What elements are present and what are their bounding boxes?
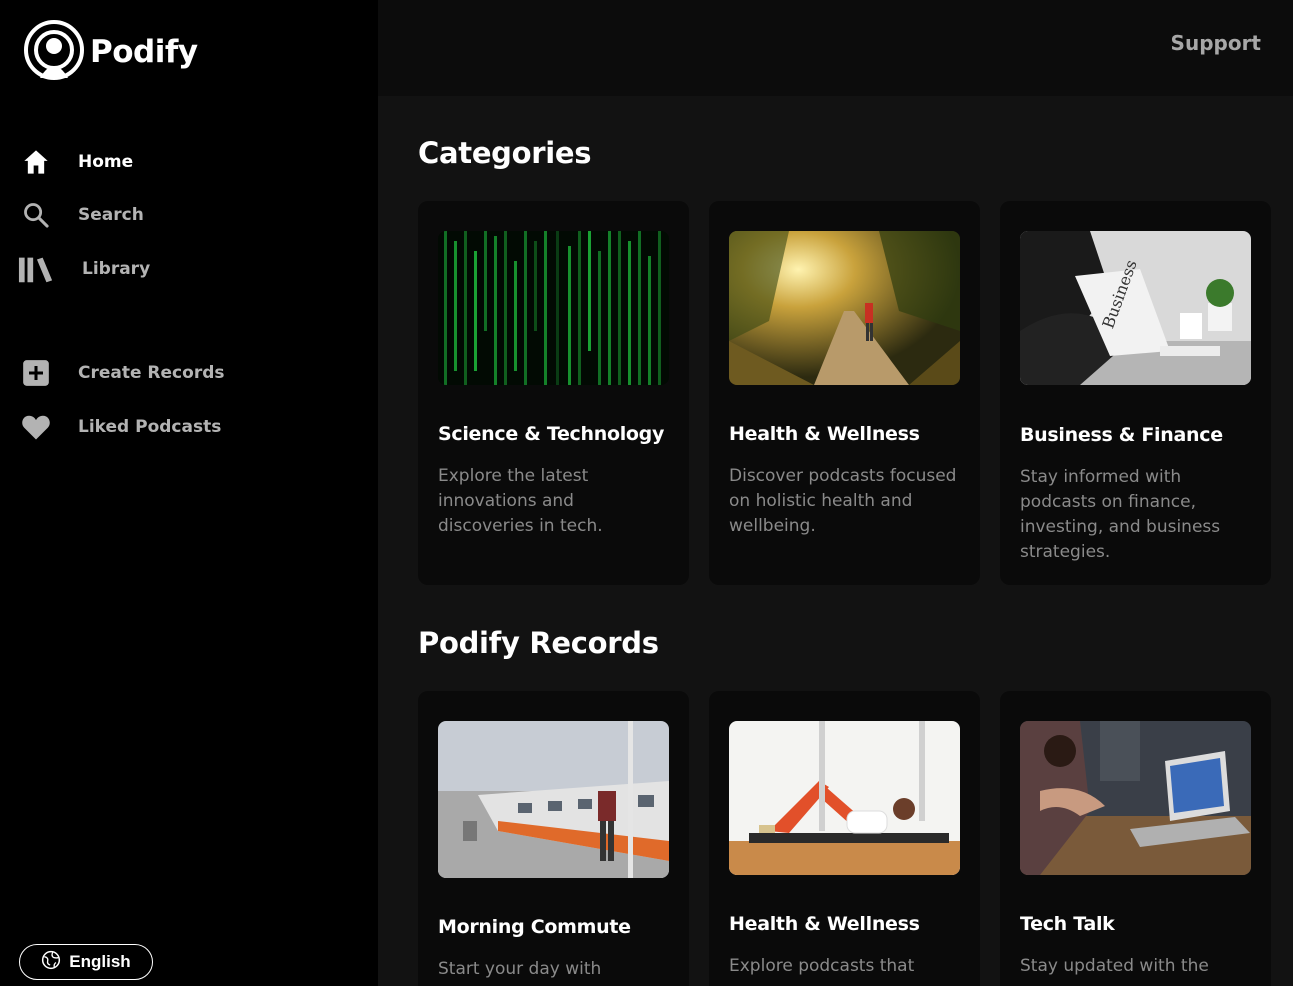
- card-description: Stay informed with podcasts on finance, …: [1020, 467, 1221, 562]
- language-button[interactable]: English: [19, 944, 153, 980]
- category-image-forest-path: [729, 231, 960, 385]
- category-card[interactable]: Science & Technology Explore the latest …: [418, 201, 689, 585]
- record-card[interactable]: Health & Wellness Explore podcasts that: [709, 691, 980, 986]
- top-bar: Support: [378, 0, 1293, 96]
- app-name: Podify: [90, 34, 198, 70]
- category-card[interactable]: Business Business & Finance Stay informe…: [1000, 201, 1271, 585]
- language-label: English: [69, 952, 131, 971]
- support-link[interactable]: Support: [1171, 31, 1261, 55]
- card-title: Morning Commute: [438, 916, 631, 938]
- card-description: Explore the latest innovations and disco…: [438, 466, 603, 536]
- heart-icon: [18, 412, 54, 442]
- search-icon: [18, 200, 54, 230]
- card-title: Science & Technology: [438, 423, 665, 445]
- sidebar-item-label: Search: [78, 205, 144, 225]
- library-icon: [18, 254, 54, 284]
- record-image-laptop-meeting: [1020, 721, 1251, 875]
- sidebar-item-create-records[interactable]: Create Records: [18, 358, 224, 388]
- record-card[interactable]: Tech Talk Stay updated with the: [1000, 691, 1271, 986]
- sidebar-item-library[interactable]: Library: [18, 254, 150, 284]
- globe-icon: [41, 950, 61, 975]
- record-image-workout: [729, 721, 960, 875]
- record-card[interactable]: Morning Commute Start your day with: [418, 691, 689, 986]
- card-description: Explore podcasts that: [729, 956, 915, 976]
- home-icon: [18, 147, 54, 177]
- sidebar: Podify Home Search Library Create Record…: [0, 0, 378, 986]
- sidebar-item-liked-podcasts[interactable]: Liked Podcasts: [18, 412, 221, 442]
- category-image-matrix: [438, 231, 669, 385]
- app-logo[interactable]: Podify: [22, 20, 198, 84]
- card-title: Tech Talk: [1020, 913, 1115, 935]
- record-image-train: [438, 721, 669, 878]
- records-heading: Podify Records: [418, 626, 659, 660]
- plus-square-icon: [18, 358, 54, 388]
- podcast-logo-icon: [22, 20, 86, 84]
- card-title: Business & Finance: [1020, 424, 1223, 446]
- sidebar-item-search[interactable]: Search: [18, 200, 144, 230]
- card-title: Health & Wellness: [729, 913, 920, 935]
- sidebar-item-label: Home: [78, 152, 134, 172]
- sidebar-item-label: Create Records: [78, 363, 225, 383]
- card-title: Health & Wellness: [729, 423, 920, 445]
- card-description: Start your day with: [438, 959, 602, 979]
- sidebar-item-label: Library: [82, 259, 151, 279]
- sidebar-item-home[interactable]: Home: [18, 147, 133, 177]
- sidebar-item-label: Liked Podcasts: [78, 417, 222, 437]
- card-description: Stay updated with the: [1020, 956, 1209, 976]
- card-description: Discover podcasts focused on holistic he…: [729, 466, 957, 536]
- category-card[interactable]: Health & Wellness Discover podcasts focu…: [709, 201, 980, 585]
- categories-heading: Categories: [418, 136, 592, 170]
- category-image-newspaper: Business: [1020, 231, 1251, 385]
